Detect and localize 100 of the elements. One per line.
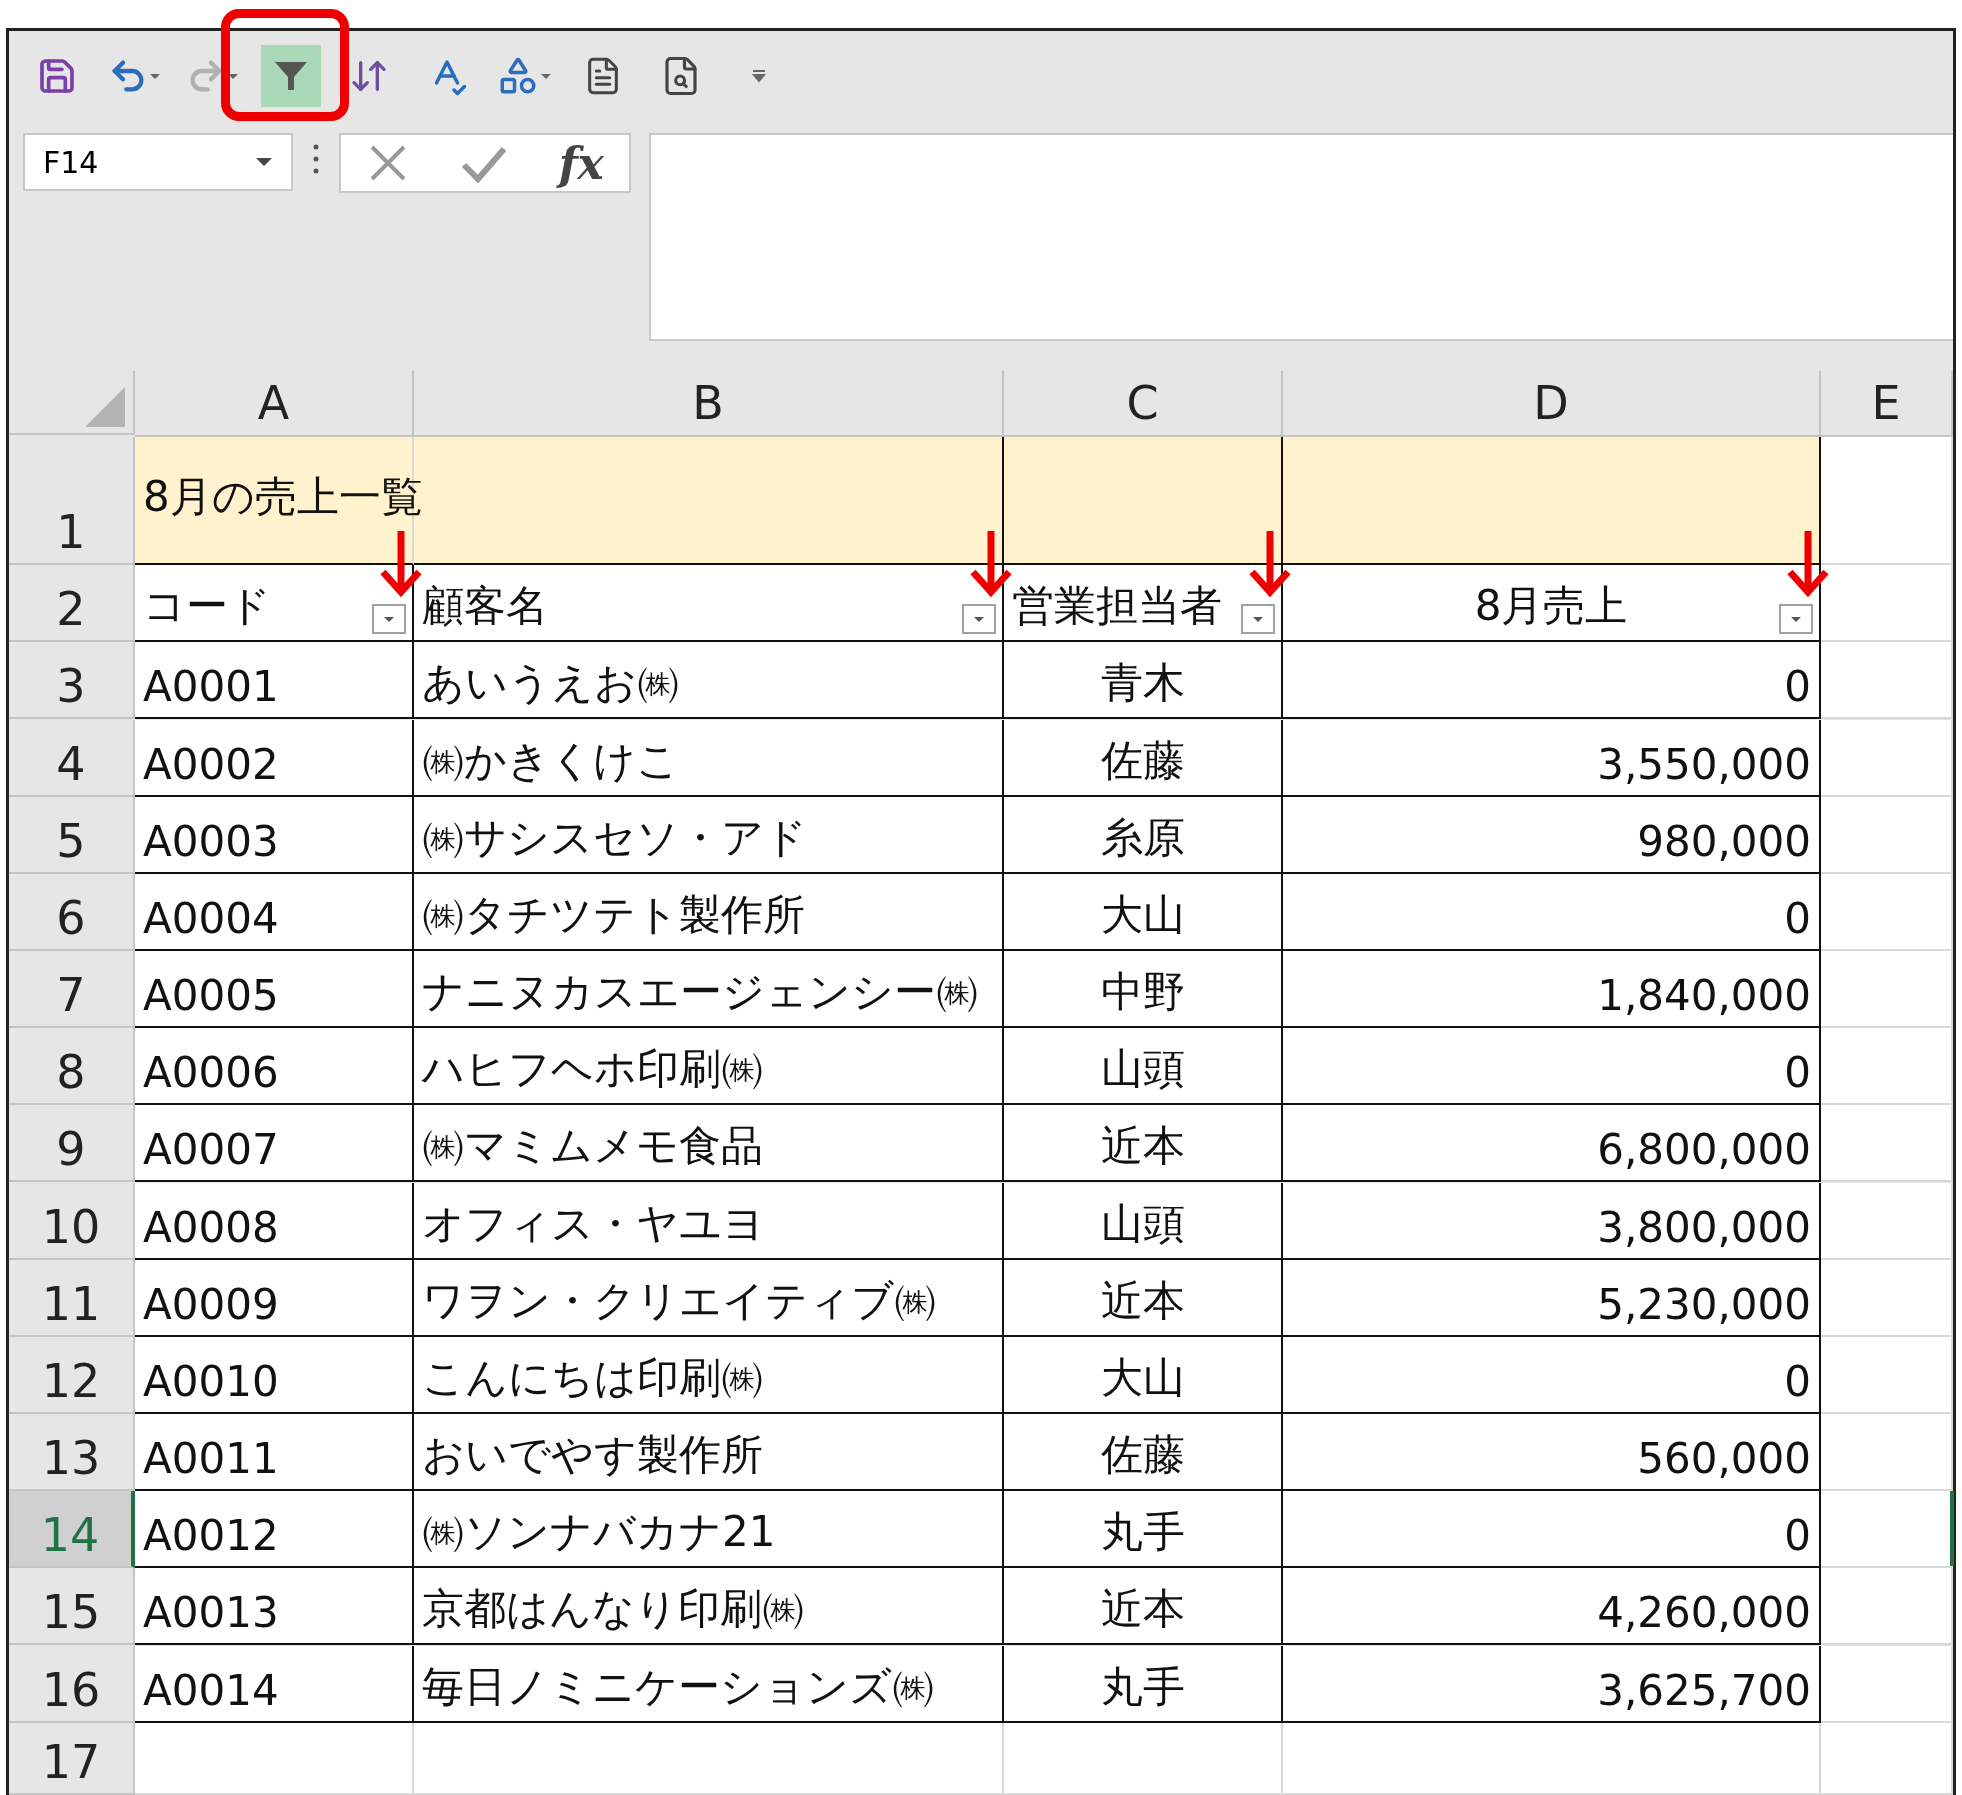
table-cell: 6,800,000 — [1597, 1125, 1811, 1175]
table-cell-text: 丸手 — [1100, 1506, 1185, 1559]
table-cell: 0 — [1784, 893, 1811, 943]
row-header[interactable]: 3 — [9, 642, 135, 720]
table-cell: 0 — [1784, 662, 1811, 712]
row-header[interactable]: 12 — [9, 1336, 135, 1414]
caret-icon — [972, 614, 986, 624]
table-cell-text: 近本 — [1100, 1274, 1185, 1327]
row-header[interactable]: 5 — [9, 796, 135, 874]
save-icon[interactable] — [37, 56, 77, 96]
caret-icon — [1789, 614, 1803, 624]
table-cell: 560,000 — [1637, 1434, 1811, 1484]
table-cell: A0005 — [143, 971, 279, 1021]
row-header[interactable]: 7 — [9, 951, 135, 1029]
table-cell: 4,260,000 — [1597, 1588, 1811, 1638]
table-cell-text: 近本 — [1100, 1583, 1185, 1636]
column-header-text: 営業担当者 — [1012, 580, 1222, 633]
row-header[interactable]: 11 — [9, 1259, 135, 1337]
table-cell-text: あいうえお㈱ — [422, 657, 679, 710]
table-cell: A0008 — [143, 1202, 279, 1252]
column-header[interactable]: D — [1283, 371, 1821, 437]
table-cell-text: 毎日ノミニケーションズ㈱ — [422, 1660, 934, 1713]
row-header[interactable]: 17 — [9, 1722, 135, 1795]
table-cell: 980,000 — [1637, 816, 1811, 866]
table-cell-text: ㈱かきくけこ — [422, 734, 679, 787]
table-cell-text: 山頭 — [1100, 1043, 1185, 1096]
table-cell-text: 佐藤 — [1100, 1429, 1185, 1482]
table-cell: A0011 — [143, 1434, 279, 1484]
table-cell: 3,550,000 — [1597, 739, 1811, 789]
arrow-icon — [378, 528, 424, 599]
filter-dropdown-button[interactable] — [1241, 604, 1275, 635]
caret-icon — [382, 614, 396, 624]
table-cell-text: こんにちは印刷㈱ — [422, 1351, 763, 1404]
table-cell-text: 近本 — [1100, 1120, 1185, 1173]
table-cell: A0010 — [143, 1356, 279, 1406]
table-cell-text: ㈱マミムメモ食品 — [422, 1120, 763, 1173]
column-header[interactable]: A — [135, 371, 414, 437]
table-cell-text: ナニヌカスエージェンシー㈱ — [422, 966, 978, 1019]
table-cell: A0014 — [143, 1665, 279, 1715]
filter-dropdown-button[interactable] — [372, 604, 406, 635]
row-header[interactable]: 9 — [9, 1105, 135, 1183]
table-cell-text: 佐藤 — [1100, 734, 1185, 787]
column-header[interactable]: B — [414, 371, 1004, 437]
customize-icon[interactable] — [751, 69, 767, 83]
table-cell-text: ハヒフヘホ印刷㈱ — [422, 1043, 763, 1096]
row-header[interactable]: 8 — [9, 1028, 135, 1106]
table-cell: A0001 — [143, 662, 279, 712]
table-cell-text: 京都はんなり印刷㈱ — [422, 1583, 804, 1636]
table-cell: A0003 — [143, 816, 279, 866]
row-header[interactable]: 10 — [9, 1182, 135, 1260]
row-header[interactable]: 1 — [9, 437, 135, 566]
table-cell-text: ㈱タチツテト製作所 — [422, 888, 805, 941]
table-cell-text: ㈱ソンナバカナ21 — [422, 1506, 776, 1559]
table-cell-text: 糸原 — [1100, 811, 1185, 864]
table-cell: 3,625,700 — [1597, 1665, 1811, 1715]
table-cell: 1,840,000 — [1597, 971, 1811, 1021]
arrow-icon — [1247, 528, 1293, 599]
table-cell: 5,230,000 — [1597, 1279, 1811, 1329]
filter-dropdown-button[interactable] — [962, 604, 996, 635]
arrow-icon — [1785, 528, 1831, 599]
table-cell-text: おいでやす製作所 — [422, 1429, 763, 1482]
row-header[interactable]: 6 — [9, 873, 135, 951]
name-box[interactable]: F14 — [23, 133, 293, 191]
table-cell: 0 — [1784, 1356, 1811, 1406]
table-cell: A0012 — [143, 1511, 279, 1561]
arrow-icon — [968, 528, 1014, 599]
filter-dropdown-button[interactable] — [1779, 604, 1813, 635]
table-cell-text: オフィス・ヤユヨ — [422, 1197, 765, 1250]
table-cell-text: 大山 — [1100, 888, 1185, 941]
insert-function-button[interactable]: fx — [558, 137, 604, 189]
table-cell: 0 — [1784, 1048, 1811, 1098]
column-header-text: 8月売上 — [1474, 580, 1628, 633]
table-cell: A0004 — [143, 893, 279, 943]
table-cell: A0006 — [143, 1048, 279, 1098]
column-header[interactable]: E — [1821, 371, 1953, 437]
sheet-title: 8月の売上一覧 — [143, 471, 423, 524]
column-header[interactable]: C — [1004, 371, 1283, 437]
table-cell-text: ㈱サシスセソ・アド — [422, 811, 807, 864]
column-header-text: 顧客名 — [422, 580, 548, 633]
caret-icon[interactable] — [148, 71, 162, 81]
caret-icon[interactable] — [539, 71, 553, 81]
table-cell-text: 丸手 — [1100, 1660, 1185, 1713]
filter-button[interactable] — [261, 45, 321, 107]
table-cell-text: 大山 — [1100, 1351, 1185, 1404]
table-cell: 3,800,000 — [1597, 1202, 1811, 1252]
table-cell-text: ワヲン・クリエイティブ㈱ — [422, 1274, 936, 1327]
caret-icon — [1251, 614, 1265, 624]
table-cell-text: 山頭 — [1100, 1197, 1185, 1250]
formula-field[interactable] — [649, 133, 1953, 341]
row-header[interactable]: 2 — [9, 565, 135, 643]
row-header[interactable]: 15 — [9, 1568, 135, 1646]
row-header[interactable]: 4 — [9, 719, 135, 797]
table-cell-text: 青木 — [1100, 657, 1185, 710]
table-cell: A0007 — [143, 1125, 279, 1175]
row-header[interactable]: 16 — [9, 1645, 135, 1723]
table-cell: 0 — [1784, 1511, 1811, 1561]
row-header[interactable]: 13 — [9, 1414, 135, 1492]
table-cell-text: 中野 — [1100, 966, 1185, 1019]
column-header-text: コード — [143, 580, 271, 633]
row-header[interactable]: 14 — [9, 1491, 135, 1569]
